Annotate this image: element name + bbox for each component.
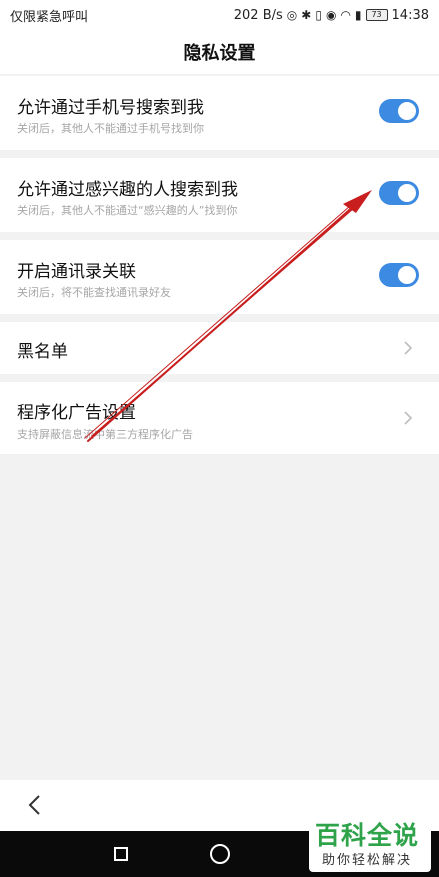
status-bar: 仅限紧急呼叫 202 B/s ◎ ✱ ▯ ◉ ◠ ▮ 73 14:38: [0, 0, 439, 30]
setting-row-contacts-link: 开启通讯录关联 关闭后，将不能查找通讯录好友: [0, 240, 439, 314]
toggle-knob: [398, 266, 416, 284]
status-icons: 202 B/s ◎ ✱ ▯ ◉ ◠ ▮ 73 14:38: [234, 8, 429, 23]
phone-search-toggle[interactable]: [379, 99, 419, 123]
toggle-knob: [398, 184, 416, 202]
setting-desc: 关闭后，其他人不能通过手机号找到你: [17, 122, 204, 135]
setting-row-programmatic-ads[interactable]: 程序化广告设置 支持屏蔽信息流中第三方程序化广告: [0, 382, 439, 454]
setting-desc: 关闭后，其他人不能通过“感兴趣的人”找到你: [17, 204, 238, 217]
signal-icon: ▮: [354, 8, 362, 22]
setting-label: 黑名单: [17, 342, 68, 362]
setting-label: 允许通过手机号搜索到我: [17, 98, 204, 118]
setting-label: 允许通过感兴趣的人搜索到我: [17, 180, 238, 200]
nav-header: 隐私设置: [0, 30, 439, 74]
watermark-title: 百科全说: [315, 821, 420, 850]
page-title: 隐私设置: [183, 43, 256, 64]
setting-label: 程序化广告设置: [17, 403, 136, 423]
setting-label: 开启通讯录关联: [17, 262, 136, 282]
clock: 14:38: [391, 7, 429, 23]
wifi-icon: ◠: [340, 8, 351, 22]
toggle-knob: [398, 102, 416, 120]
contacts-link-toggle[interactable]: [379, 263, 419, 287]
setting-row-interest-search: 允许通过感兴趣的人搜索到我 关闭后，其他人不能通过“感兴趣的人”找到你: [0, 158, 439, 232]
nfc-icon: ◎: [286, 8, 298, 22]
screen: 仅限紧急呼叫 202 B/s ◎ ✱ ▯ ◉ ◠ ▮ 73 14:38 隐私设置…: [0, 0, 439, 877]
chevron-right-icon: [404, 411, 413, 425]
back-arrow-icon[interactable]: [24, 794, 46, 816]
bluetooth-icon: ✱: [301, 8, 312, 22]
carrier-text: 仅限紧急呼叫: [10, 9, 89, 25]
home-icon[interactable]: [210, 844, 230, 864]
interest-search-toggle[interactable]: [379, 181, 419, 205]
setting-row-phone-search: 允许通过手机号搜索到我 关闭后，其他人不能通过手机号找到你: [0, 76, 439, 150]
vibrate-icon: ▯: [315, 8, 322, 22]
battery-icon: 73: [365, 9, 388, 21]
recent-apps-icon[interactable]: [114, 847, 128, 861]
chevron-right-icon: [404, 341, 413, 355]
setting-desc: 支持屏蔽信息流中第三方程序化广告: [17, 428, 193, 441]
network-speed: 202 B/s: [233, 7, 283, 23]
setting-row-blacklist[interactable]: 黑名单: [0, 322, 439, 374]
setting-desc: 关闭后，将不能查找通讯录好友: [17, 286, 171, 299]
watermark-subtitle: 助你轻松解决: [322, 853, 413, 868]
watermark-logo: 百科全说 助你轻松解决: [309, 814, 431, 872]
eye-icon: ◉: [325, 8, 337, 22]
